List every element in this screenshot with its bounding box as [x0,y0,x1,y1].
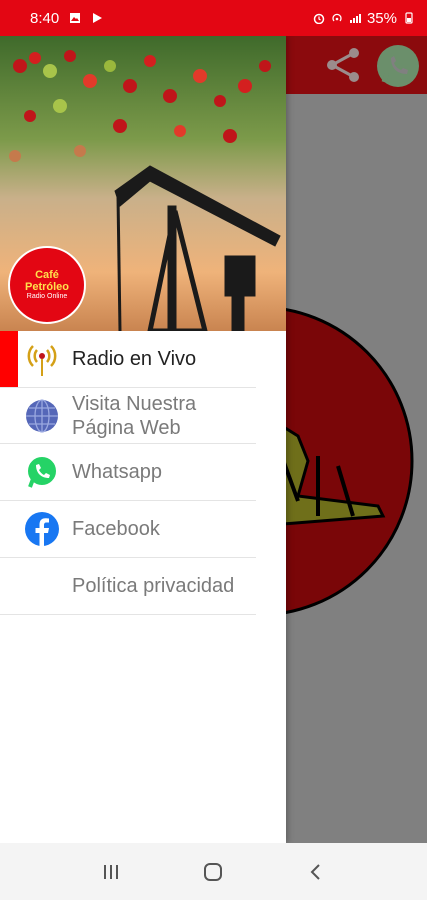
navigation-drawer: Café Petróleo Radio Online Radio en Vivo [0,36,286,843]
battery-icon [405,12,413,24]
signal-icon [349,14,361,23]
brand-logo: Café Petróleo Radio Online [8,246,86,324]
play-icon [93,13,103,23]
menu-label: Visita Nuestra Página Web [72,392,197,439]
menu-item-visita-pagina-web[interactable]: Visita Nuestra Página Web [0,388,256,444]
share-icon[interactable] [322,44,364,86]
drawer-header: Café Petróleo Radio Online [0,36,286,331]
status-bar: 8:40 35% [0,0,427,36]
menu-label: Facebook [72,518,160,540]
whatsapp-icon[interactable] [372,40,424,92]
whatsapp-icon [22,452,62,492]
menu-item-facebook[interactable]: Facebook [0,501,256,558]
drawer-menu: Radio en Vivo Visita Nuestra Página Web [0,331,286,615]
system-nav-bar [0,843,427,900]
facebook-icon [22,509,62,549]
back-icon[interactable] [296,852,336,892]
alarm-icon [313,13,325,24]
menu-item-whatsapp[interactable]: Whatsapp [0,444,256,501]
battery-percent: 35% [366,9,397,27]
menu-label: Política privacidad [72,575,235,597]
menu-label: Radio en Vivo [72,348,197,370]
menu-item-politica-privacidad[interactable]: Política privacidad [0,558,256,615]
image-icon [70,13,81,23]
globe-icon [22,396,62,436]
menu-label: Whatsapp [72,461,163,483]
hotspot-icon [332,13,342,22]
radio-antenna-icon [22,339,62,379]
home-icon[interactable] [193,852,233,892]
recent-apps-icon[interactable] [91,852,131,892]
status-time: 8:40 [30,9,60,27]
menu-item-radio-en-vivo[interactable]: Radio en Vivo [0,331,256,388]
